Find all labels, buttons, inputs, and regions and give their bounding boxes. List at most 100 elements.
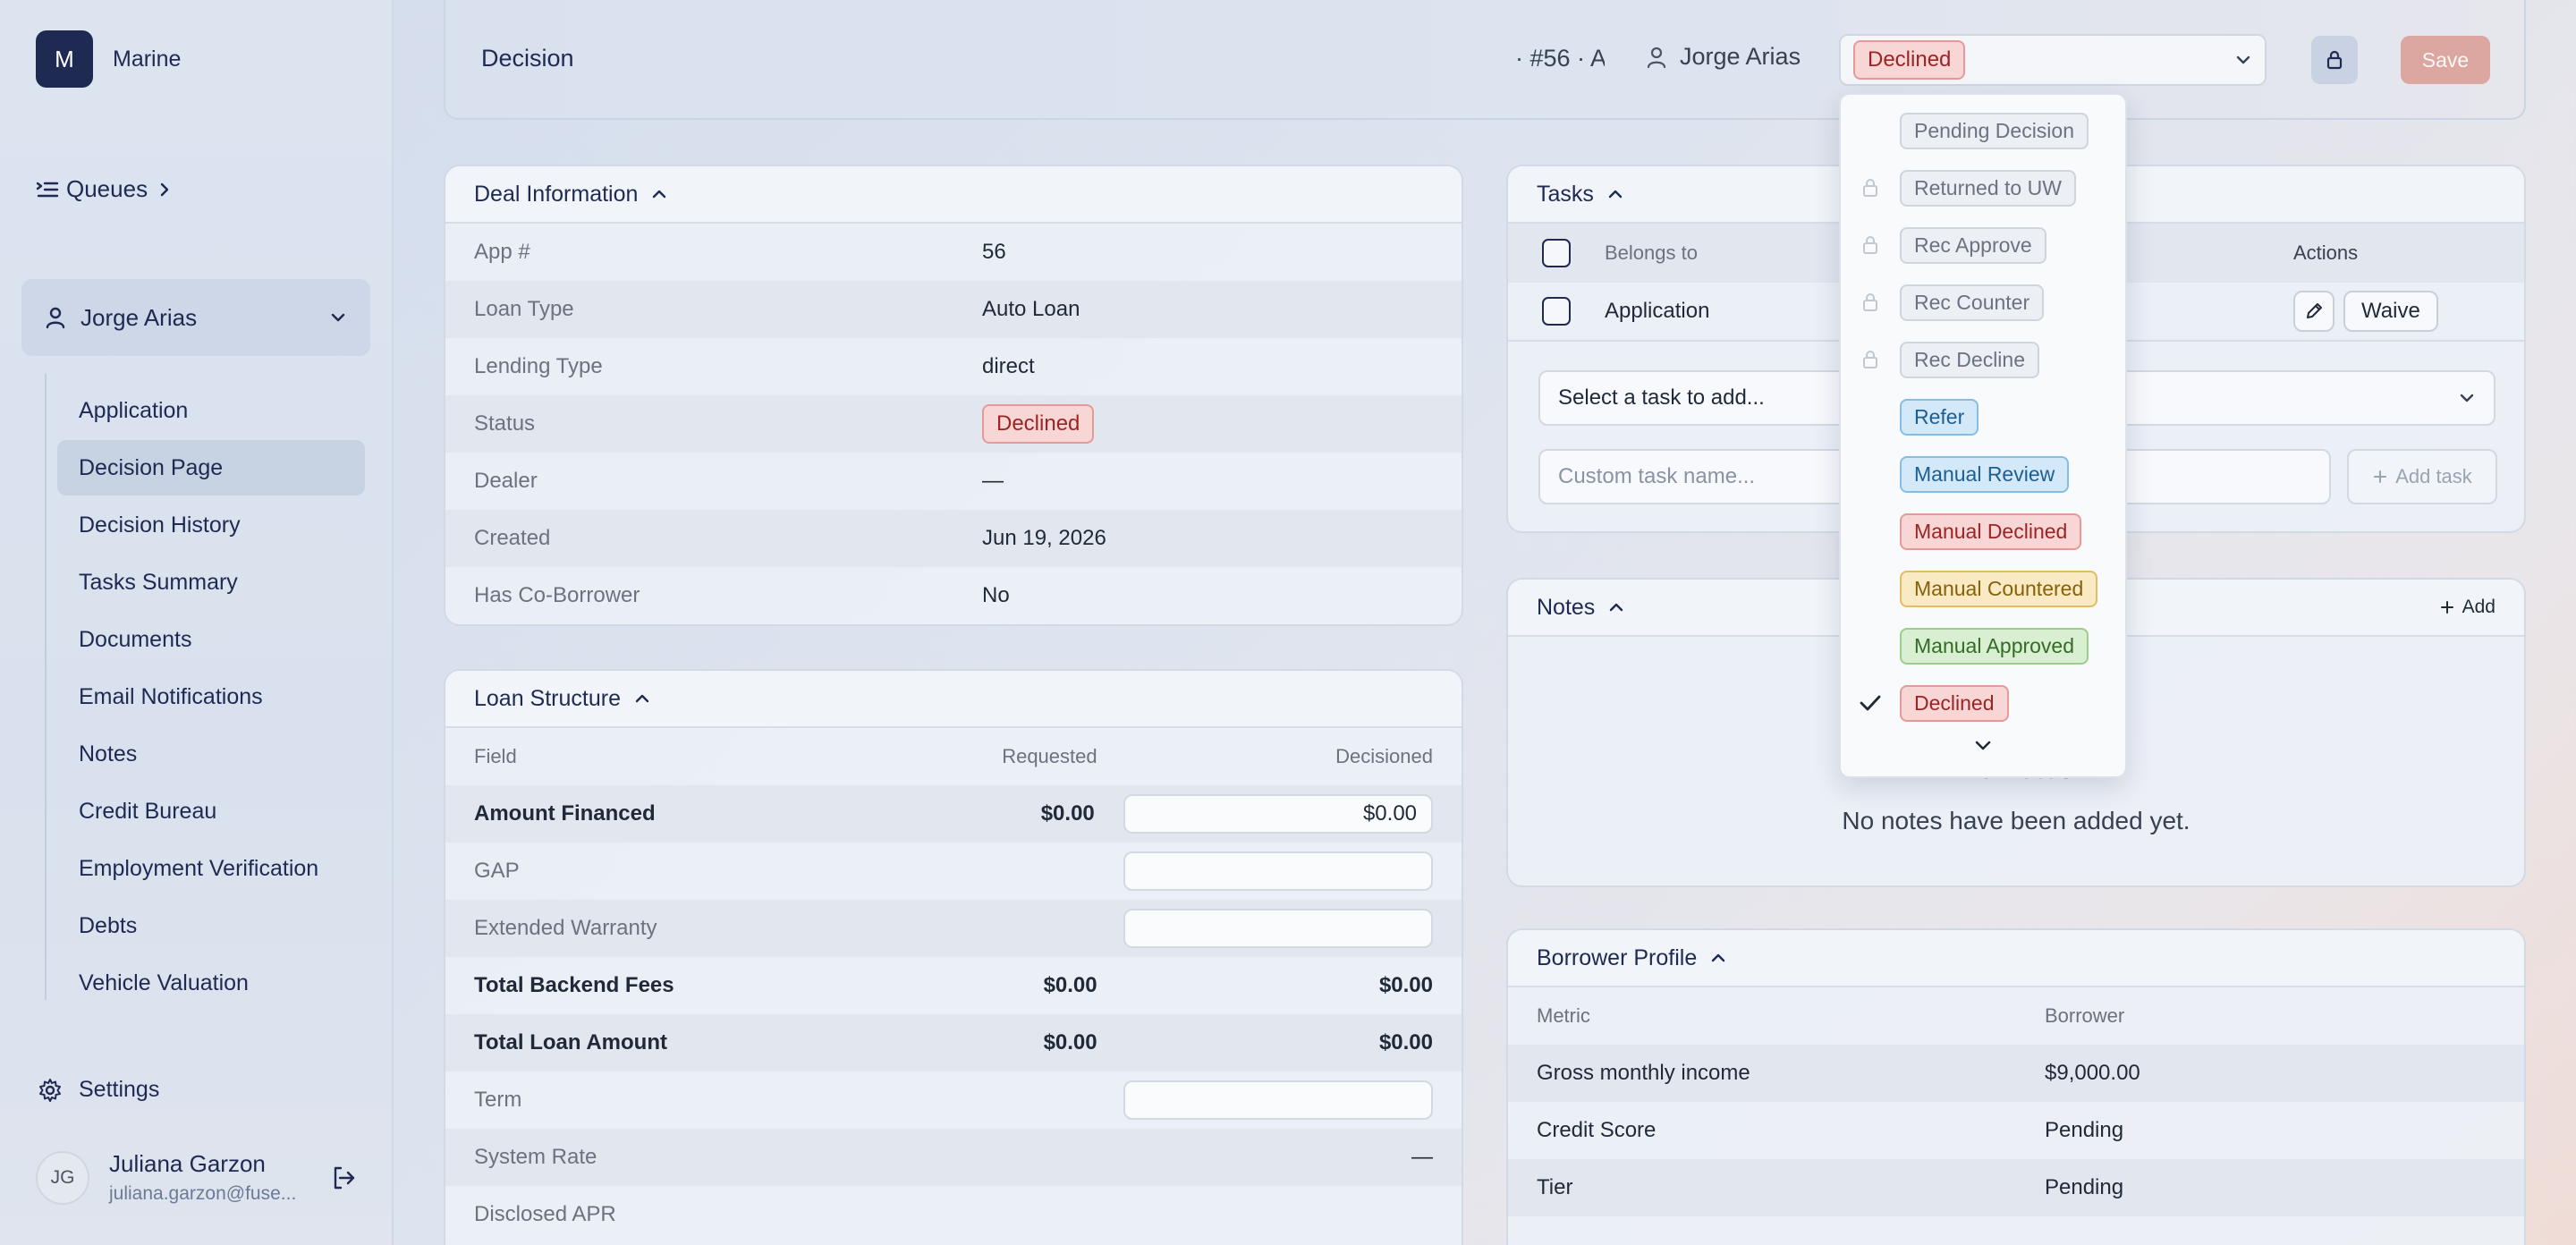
header-borrower-name: Jorge Arias <box>1680 43 1801 70</box>
status-option-rec-approve[interactable]: Rec Approve <box>1841 216 2125 274</box>
task-checkbox[interactable] <box>1542 297 1571 326</box>
user-icon <box>1646 46 1667 69</box>
waive-button[interactable]: Waive <box>2343 291 2438 332</box>
column-header: Requested <box>1002 745 1097 767</box>
decisioned-value: — <box>1411 1145 1433 1169</box>
user-icon <box>45 306 66 329</box>
org-switcher[interactable]: M Marine <box>36 30 181 88</box>
table-row: GAP <box>445 843 1462 900</box>
column-header: Decisioned <box>1335 745 1433 767</box>
nav-item-decision-history[interactable]: Decision History <box>57 497 365 553</box>
field-value: — <box>982 469 1004 493</box>
column-header: Borrower <box>2045 1004 2125 1027</box>
field-label: Disclosed APR <box>474 1202 616 1226</box>
status-badge: Declined <box>982 404 1095 444</box>
save-button[interactable]: Save <box>2401 36 2490 84</box>
lock-button[interactable] <box>2311 36 2358 84</box>
status-select[interactable]: Declined <box>1839 34 2267 86</box>
borrower-rows: Metric Borrower Gross monthly income $9,0… <box>1508 987 2524 1216</box>
add-task-button[interactable]: Add task <box>2347 449 2497 504</box>
requested-value: $0.00 <box>1043 973 1097 997</box>
add-note-button[interactable]: Add <box>2439 597 2496 618</box>
card-title: Borrower Profile <box>1537 944 1698 970</box>
nav-item-documents[interactable]: Documents <box>57 612 365 667</box>
nav-item-email-notifications[interactable]: Email Notifications <box>57 669 365 724</box>
status-select-value: Declined <box>1853 40 1966 80</box>
nav-item-credit-bureau[interactable]: Credit Bureau <box>57 783 365 839</box>
deal-information-card: Deal Information App # 56 Loan Type Auto L… <box>444 165 1463 626</box>
field-label: Status <box>474 411 536 436</box>
org-avatar: M <box>36 30 93 88</box>
requested-value: $0.00 <box>1040 801 1095 826</box>
borrower-selector[interactable]: Jorge Arias <box>21 279 370 356</box>
card-title: Deal Information <box>474 181 639 207</box>
chevron-up-icon <box>1709 952 1727 964</box>
table-row: Status Declined <box>445 395 1462 453</box>
table-row: Dealer — <box>445 453 1462 510</box>
field-label: Created <box>474 526 551 550</box>
nav-item-tasks-summary[interactable]: Tasks Summary <box>57 555 365 610</box>
deal-information-header[interactable]: Deal Information <box>445 166 1462 224</box>
field-value: Auto Loan <box>982 297 1080 321</box>
gear-icon <box>38 1078 63 1103</box>
table-row: Created Jun 19, 2026 <box>445 510 1462 567</box>
settings-label: Settings <box>79 1077 160 1102</box>
logout-icon[interactable] <box>329 1164 358 1192</box>
user-info: Juliana Garzon juliana.garzon@fuse... <box>109 1150 329 1205</box>
nav-item-employment-verification[interactable]: Employment Verification <box>57 841 365 896</box>
status-option-rec-decline[interactable]: Rec Decline <box>1841 331 2125 388</box>
chevron-up-icon <box>1606 188 1624 200</box>
status-option-returned-to-uw[interactable]: Returned to UW <box>1841 159 2125 216</box>
table-row: System Rate — <box>445 1129 1462 1186</box>
queues-link[interactable]: Queues <box>36 175 171 203</box>
column-header: Actions <box>2293 241 2359 264</box>
status-option-manual-review[interactable]: Manual Review <box>1841 445 2125 503</box>
status-option-pending-decision[interactable]: Pending Decision <box>1841 102 2125 159</box>
field-label: Has Co-Borrower <box>474 583 640 607</box>
nav-item-application[interactable]: Application <box>57 383 365 438</box>
table-row: Total Loan Amount $0.00 $0.00 <box>445 1014 1462 1071</box>
field-value: 56 <box>982 240 1006 264</box>
borrower-profile-header[interactable]: Borrower Profile <box>1508 930 2524 987</box>
loan-structure-header[interactable]: Loan Structure <box>445 671 1462 728</box>
nav-item-notes[interactable]: Notes <box>57 726 365 782</box>
status-option-declined[interactable]: Declined <box>1841 674 2125 732</box>
status-option-manual-approved[interactable]: Manual Approved <box>1841 617 2125 674</box>
add-task-label: Add task <box>2395 465 2472 487</box>
lock-icon <box>1841 292 1900 313</box>
chevron-up-icon <box>650 188 668 200</box>
field-label: Extended Warranty <box>474 916 657 940</box>
option-badge: Rec Approve <box>1900 226 2046 264</box>
nav-item-debts[interactable]: Debts <box>57 898 365 953</box>
application-meta: · #56 · A <box>1515 45 1605 72</box>
field-label: Term <box>474 1088 522 1112</box>
status-option-manual-declined[interactable]: Manual Declined <box>1841 503 2125 560</box>
decisioned-value: $0.00 <box>1378 1030 1433 1054</box>
table-row: Amount Financed $0.00 $0.00 <box>445 785 1462 843</box>
status-option-manual-countered[interactable]: Manual Countered <box>1841 560 2125 617</box>
chevron-up-icon <box>1607 601 1625 614</box>
status-option-rec-counter[interactable]: Rec Counter <box>1841 274 2125 331</box>
table-row: Has Co-Borrower No <box>445 567 1462 624</box>
table-row: Credit Score Pending <box>1508 1102 2524 1159</box>
decisioned-input[interactable] <box>1123 1080 1434 1120</box>
decisioned-input[interactable] <box>1123 909 1434 948</box>
scroll-more-button[interactable] <box>1841 739 2125 753</box>
status-option-refer[interactable]: Refer <box>1841 388 2125 445</box>
table-row: App # 56 <box>445 224 1462 281</box>
chevron-down-icon <box>329 311 347 324</box>
edit-task-button[interactable] <box>2293 291 2334 332</box>
decisioned-input[interactable] <box>1123 851 1434 891</box>
settings-link[interactable]: Settings <box>38 1077 159 1103</box>
chevron-down-icon <box>2458 392 2476 404</box>
nav-item-vehicle-valuation[interactable]: Vehicle Valuation <box>57 955 365 1011</box>
borrower-nav: Application Decision Page Decision Histo… <box>45 374 367 1000</box>
decisioned-input[interactable]: $0.00 <box>1123 794 1434 834</box>
field-label: Amount Financed <box>474 801 656 826</box>
decisioned-value: $0.00 <box>1378 973 1433 997</box>
field-label: GAP <box>474 859 520 883</box>
requested-value: $0.00 <box>1043 1030 1097 1054</box>
select-all-checkbox[interactable] <box>1542 239 1571 267</box>
nav-item-decision-page[interactable]: Decision Page <box>57 440 365 495</box>
status-dropdown-menu: Pending Decision Returned to UW Rec Appr… <box>1839 93 2127 778</box>
